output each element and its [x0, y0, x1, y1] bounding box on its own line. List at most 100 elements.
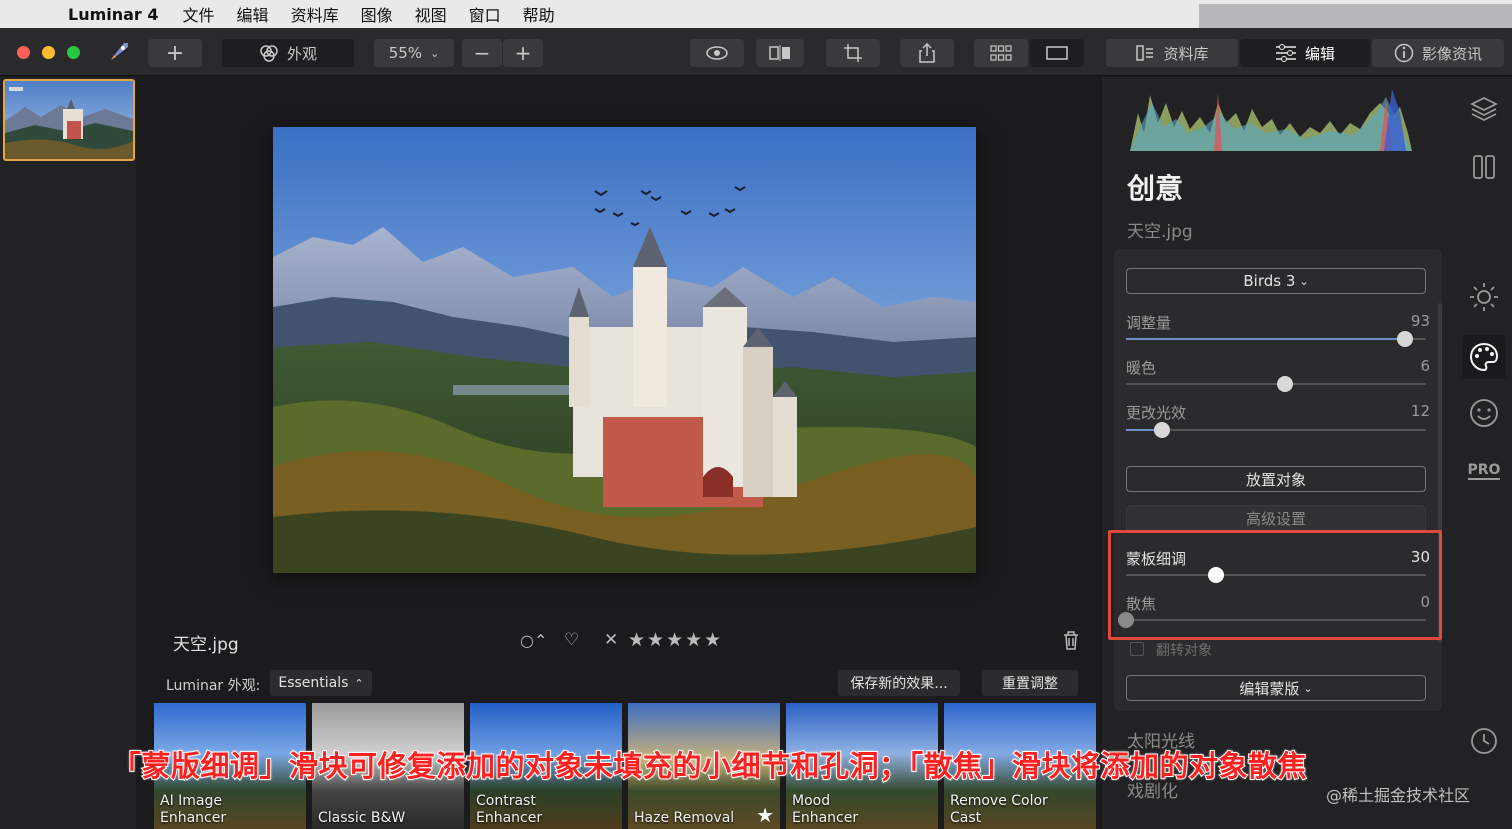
canvas-tools-icon[interactable] [1466, 149, 1502, 185]
highlight-box [1108, 530, 1442, 640]
grid-view-button[interactable] [974, 39, 1028, 67]
add-photos-button[interactable]: + [148, 39, 202, 67]
tab-library[interactable]: 资料库 [1106, 39, 1238, 67]
augmented-sky-card: Birds 3 ⌄ 调整量 93 暖色 6 更改光效 12 放置对象 高级设置 … [1114, 249, 1442, 711]
menu-view[interactable]: 视图 [415, 2, 447, 26]
sliders-icon [1275, 44, 1296, 62]
menu-file[interactable]: 文件 [183, 2, 215, 26]
preset-label-line1: Mood [792, 793, 831, 809]
amount-slider-knob[interactable] [1397, 331, 1413, 347]
main-photo[interactable] [273, 127, 976, 573]
preset-label-line2: Enhancer [476, 810, 543, 826]
preset-label-line2: Enhancer [160, 810, 227, 826]
panel-filename: 天空.jpg [1127, 222, 1193, 242]
preset-label-line2: Haze Removal [634, 810, 735, 826]
portrait-face-icon[interactable] [1466, 395, 1502, 431]
place-object-button[interactable]: 放置对象 [1126, 466, 1426, 492]
plus-icon: + [165, 40, 185, 66]
zoom-in-button[interactable]: + [503, 39, 543, 67]
tab-info-label: 影像资讯 [1421, 44, 1482, 63]
rocket-icon[interactable] [106, 39, 132, 65]
minus-icon: − [473, 41, 491, 65]
advanced-settings-button[interactable]: 高级设置 [1126, 505, 1426, 531]
zoom-value: 55% [388, 44, 423, 62]
favorite-star-icon[interactable]: ★ [756, 803, 774, 827]
photo-info-bar: 天空.jpg ○⌃ ♡ ✕ ★★★★★ [136, 622, 1102, 662]
minimize-window-button[interactable] [42, 46, 55, 59]
edit-panel: 创意 天空.jpg Birds 3 ⌄ 调整量 93 暖色 6 更改光效 12 … [1102, 77, 1512, 829]
preview-toggle-button[interactable] [690, 39, 744, 67]
heart-icon[interactable]: ♡ [564, 630, 579, 650]
menu-bar: Luminar 4 文件 编辑 资料库 图像 视图 窗口 帮助 [0, 0, 1512, 28]
section-title: 创意 [1127, 172, 1184, 205]
warmth-slider[interactable] [1126, 376, 1426, 392]
amount-value: 93 [1410, 312, 1430, 330]
tutorial-caption: 「蒙版细调」滑块可修复添加的对象未填充的小细节和孔洞；「散焦」滑块将添加的对象散… [111, 748, 1308, 784]
compare-icon [769, 45, 790, 61]
zoom-window-button[interactable] [67, 46, 80, 59]
zoom-dropdown[interactable]: 55% ⌄ [374, 39, 454, 67]
menu-help[interactable]: 帮助 [523, 2, 555, 26]
amount-label: 调整量 [1126, 314, 1172, 332]
reset-adjustments-button[interactable]: 重置调整 [982, 670, 1078, 696]
trash-icon[interactable] [1062, 630, 1080, 654]
tool-category-rail: PRO [1456, 77, 1512, 829]
flip-object-checkbox[interactable] [1130, 642, 1144, 656]
amount-slider[interactable] [1126, 331, 1426, 347]
sky-object-dropdown[interactable]: Birds 3 ⌄ [1126, 268, 1426, 294]
edit-mask-label: 编辑蒙版 [1239, 679, 1300, 698]
relight-slider[interactable] [1126, 422, 1426, 438]
eye-icon [706, 46, 728, 60]
tab-library-label: 资料库 [1163, 44, 1209, 63]
close-window-button[interactable] [17, 46, 30, 59]
looks-bar: Luminar 外观: Essentials ⌃ 保存新的效果... 重置调整 [148, 667, 1098, 701]
luminar-window: Luminar 4 文件 编辑 资料库 图像 视图 窗口 帮助 + 外观 55%… [0, 0, 1512, 829]
single-image-icon [1046, 46, 1068, 60]
preset-label-line2: Classic B&W [318, 810, 406, 826]
essentials-sun-icon[interactable] [1466, 279, 1502, 315]
color-label-picker[interactable]: ○⌃ [520, 631, 547, 650]
compare-button[interactable] [756, 39, 804, 67]
watermark: @稀土掘金技术社区 [1326, 786, 1471, 805]
image-canvas-area: 天空.jpg ○⌃ ♡ ✕ ★★★★★ Luminar 外观: Essentia… [136, 77, 1102, 829]
menu-library[interactable]: 资料库 [291, 2, 339, 26]
relight-label: 更改光效 [1126, 404, 1187, 422]
edit-mask-dropdown[interactable]: 编辑蒙版 ⌄ [1126, 675, 1426, 701]
preset-label-line2: Enhancer [792, 810, 859, 826]
single-view-button[interactable] [1030, 39, 1084, 67]
info-icon [1394, 43, 1414, 63]
plus-icon: + [514, 41, 532, 65]
menu-window[interactable]: 窗口 [469, 2, 501, 26]
crop-icon [844, 44, 862, 62]
looks-icon [260, 45, 278, 62]
toolbar: + 外观 55% ⌄ − + 资料库 编辑 影像资讯 [0, 28, 1512, 76]
looks-button[interactable]: 外观 [222, 39, 354, 67]
crop-button[interactable] [826, 39, 880, 67]
library-icon [1136, 45, 1154, 61]
history-clock-icon[interactable] [1466, 723, 1502, 759]
zoom-out-button[interactable]: − [462, 39, 502, 67]
pro-tools-icon[interactable]: PRO [1466, 453, 1502, 489]
menu-app-name[interactable]: Luminar 4 [68, 5, 159, 24]
looks-collection-dropdown[interactable]: Essentials ⌃ [270, 670, 372, 696]
preset-label-line1: AI Image [160, 793, 223, 809]
save-look-button[interactable]: 保存新的效果... [838, 670, 960, 696]
layers-icon[interactable] [1466, 91, 1502, 127]
looks-label: 外观 [286, 44, 317, 63]
relight-slider-knob[interactable] [1154, 422, 1170, 438]
chevron-down-icon: ⌄ [1303, 681, 1313, 695]
menubar-status-area [1199, 4, 1512, 28]
reject-icon[interactable]: ✕ [604, 630, 618, 650]
photo-thumbnail[interactable] [3, 79, 135, 161]
looks-bar-label: Luminar 外观: [166, 678, 261, 694]
creative-palette-icon[interactable] [1462, 335, 1506, 379]
tab-edit[interactable]: 编辑 [1240, 39, 1370, 67]
menu-image[interactable]: 图像 [361, 2, 393, 26]
warmth-slider-knob[interactable] [1277, 376, 1293, 392]
share-button[interactable] [900, 39, 954, 67]
menu-edit[interactable]: 编辑 [237, 2, 269, 26]
chevron-up-icon: ⌃ [354, 676, 364, 690]
tab-edit-label: 编辑 [1304, 44, 1335, 63]
tab-info[interactable]: 影像资讯 [1372, 39, 1504, 67]
star-rating[interactable]: ★★★★★ [628, 629, 723, 651]
